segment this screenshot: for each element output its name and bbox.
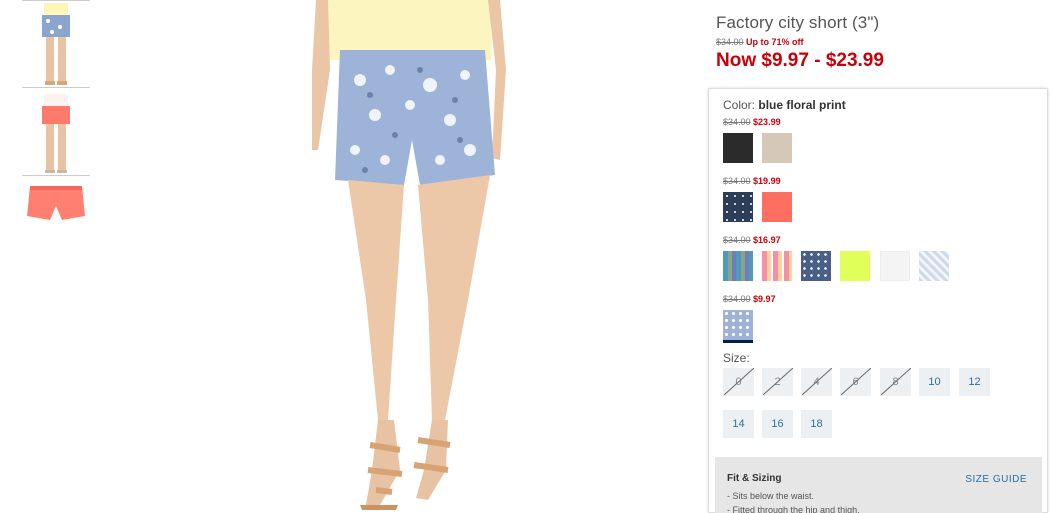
swatch-navy-dot-print[interactable] (723, 192, 753, 222)
fit-bullet: - Fitted through the hip and thigh. (727, 505, 860, 513)
main-product-image[interactable] (300, 0, 520, 513)
swatch-multi-plaid[interactable] (723, 251, 753, 281)
thumbnail-coral-model[interactable] (22, 88, 90, 176)
fit-bullet: - Sits below the waist. (727, 491, 815, 501)
group-was-price: $34.00 (723, 294, 751, 304)
size-6-unavailable[interactable]: 6 (840, 368, 871, 396)
options-panel: Color: blue floral print $34.00 $23.99 $… (708, 88, 1048, 513)
size-8-unavailable[interactable]: 8 (880, 368, 911, 396)
price-group-1: $34.00 $23.99 (723, 117, 781, 127)
thumbnail-floral-model[interactable] (22, 0, 90, 88)
swatch-blue-floral-print-selected[interactable] (723, 310, 753, 343)
price-group-4: $34.00 $9.97 (723, 294, 776, 304)
was-price-line: $34.00 Up to 71% off (716, 37, 1046, 47)
product-title: Factory city short (3") (716, 13, 880, 32)
group-was-price: $34.00 (723, 235, 751, 245)
group-was-price: $34.00 (723, 176, 751, 186)
swatch-khaki[interactable] (762, 133, 792, 163)
fit-sizing-section: Fit & Sizing SIZE GUIDE - Sits below the… (715, 457, 1042, 513)
swatch-neon-yellow[interactable] (840, 251, 870, 281)
thumbnail-coral-flat[interactable] (22, 176, 90, 264)
now-price: Now $9.97 - $23.99 (716, 50, 884, 71)
price-group-2: $34.00 $19.99 (723, 176, 781, 186)
size-16-button[interactable]: 16 (762, 410, 793, 438)
size-2-unavailable[interactable]: 2 (762, 368, 793, 396)
swatch-black[interactable] (723, 133, 753, 163)
discount-text: Up to 71% off (746, 37, 804, 47)
size-label: Size: (723, 351, 750, 365)
swatch-white[interactable] (880, 251, 910, 281)
was-price: $34.00 (716, 37, 744, 47)
swatch-coral[interactable] (762, 192, 792, 222)
size-10-button[interactable]: 10 (919, 368, 950, 396)
swatch-blue-ikat[interactable] (919, 251, 949, 281)
color-selection: Color: blue floral print (723, 98, 846, 112)
group-now-price: $23.99 (753, 117, 781, 127)
size-4-unavailable[interactable]: 4 (801, 368, 832, 396)
fit-bullets: - Sits below the waist. - Fitted through… (727, 491, 1030, 513)
size-18-button[interactable]: 18 (801, 410, 832, 438)
swatch-pink-plaid[interactable] (762, 251, 792, 281)
size-guide-link[interactable]: SIZE GUIDE (965, 474, 1027, 485)
size-12-button[interactable]: 12 (959, 368, 990, 396)
group-now-price: $9.97 (753, 294, 776, 304)
group-was-price: $34.00 (723, 117, 751, 127)
thumbnail-list (22, 0, 90, 264)
color-value: blue floral print (758, 98, 846, 112)
product-info: Factory city short (3") $34.00 Up to 71%… (716, 0, 1046, 72)
color-label: Color: (723, 98, 756, 112)
group-now-price: $19.99 (753, 176, 781, 186)
size-0-unavailable[interactable]: 0 (723, 368, 754, 396)
price-group-3: $34.00 $16.97 (723, 235, 781, 245)
size-14-button[interactable]: 14 (723, 410, 754, 438)
swatch-navy-geo-print[interactable] (801, 251, 831, 281)
group-now-price: $16.97 (753, 235, 781, 245)
